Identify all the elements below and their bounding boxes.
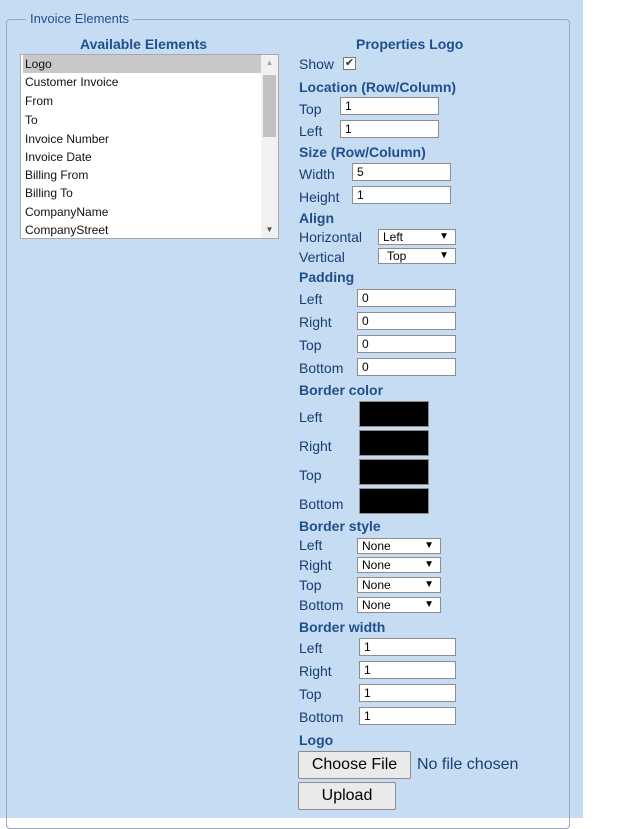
show-label: Show [299,56,335,72]
border-style-top-select[interactable]: None ▼ [357,577,441,593]
border-style-left-label: Left [299,537,323,553]
location-left-input[interactable] [340,120,439,138]
padding-right-label: Right [299,314,332,330]
border-color-left-label: Left [299,409,323,425]
border-width-top-input[interactable] [359,684,456,702]
chevron-down-icon: ▼ [424,579,434,590]
padding-bottom-input[interactable] [357,358,456,376]
border-width-right-label: Right [299,663,332,679]
border-width-left-input[interactable] [359,638,456,656]
border-style-top-label: Top [299,577,322,593]
chevron-down-icon: ▼ [424,559,434,570]
no-file-chosen-text: No file chosen [417,756,519,773]
align-heading: Align [299,210,334,226]
list-item-company-street[interactable]: CompanyStreet [23,221,108,238]
list-item-billing-from[interactable]: Billing From [23,166,88,184]
padding-left-input[interactable] [357,289,456,307]
border-width-bottom-label: Bottom [299,709,344,725]
properties-heading: Properties Logo [356,36,464,52]
padding-top-input[interactable] [357,335,456,353]
border-color-top-swatch[interactable] [359,459,429,485]
border-style-top-value: None [362,578,391,592]
border-style-bottom-label: Bottom [299,597,344,613]
border-color-bottom-swatch[interactable] [359,488,429,514]
border-style-heading: Border style [299,518,381,534]
available-elements-listbox[interactable]: Logo Customer Invoice From To Invoice Nu… [20,54,279,239]
check-icon: ✔ [344,57,355,69]
chevron-down-icon: ▼ [424,540,434,551]
border-style-left-select[interactable]: None ▼ [357,538,441,554]
available-elements-heading: Available Elements [80,36,208,52]
padding-bottom-label: Bottom [299,360,344,376]
vertical-align-value: Top [387,249,407,263]
horizontal-label: Horizontal [299,229,363,245]
padding-right-input[interactable] [357,312,456,330]
list-item-invoice-number[interactable]: Invoice Number [23,130,109,148]
scrollbar-thumb[interactable] [263,75,276,137]
list-item-billing-to[interactable]: Billing To [23,184,73,202]
border-color-bottom-label: Bottom [299,496,344,512]
list-item-to[interactable]: To [23,111,38,129]
border-color-left-swatch[interactable] [359,401,429,427]
border-color-right-label: Right [299,438,332,454]
list-item-customer-invoice[interactable]: Customer Invoice [23,73,118,91]
listbox-scrollbar[interactable]: ▲ ▼ [261,55,278,238]
choose-file-button[interactable]: Choose File [298,751,411,779]
border-width-bottom-input[interactable] [359,707,456,725]
show-checkbox[interactable]: ✔ [343,57,356,70]
logo-heading: Logo [299,732,334,748]
border-color-top-label: Top [299,467,322,483]
border-width-heading: Border width [299,619,386,635]
list-item-from[interactable]: From [23,92,53,110]
padding-left-label: Left [299,291,323,307]
border-color-heading: Border color [299,382,384,398]
list-item-company-name[interactable]: CompanyName [23,203,108,221]
size-heading: Size (Row/Column) [299,144,426,160]
width-label: Width [299,166,335,182]
chevron-down-icon: ▼ [439,250,449,261]
scroll-down-icon[interactable]: ▼ [261,222,278,238]
list-item-invoice-date[interactable]: Invoice Date [23,148,92,166]
border-width-top-label: Top [299,686,322,702]
vertical-label: Vertical [299,249,345,265]
location-top-label: Top [299,101,322,117]
upload-button[interactable]: Upload [298,782,396,810]
border-style-right-label: Right [299,557,332,573]
horizontal-align-select[interactable]: Left ▼ [378,229,456,245]
height-input[interactable] [352,186,451,204]
border-style-right-value: None [362,558,391,572]
border-style-right-select[interactable]: None ▼ [357,557,441,573]
width-input[interactable] [352,163,451,181]
border-color-right-swatch[interactable] [359,430,429,456]
border-style-left-value: None [362,539,391,553]
fieldset-legend: Invoice Elements [26,11,133,27]
chevron-down-icon: ▼ [424,599,434,610]
scroll-up-icon[interactable]: ▲ [261,55,278,71]
chevron-down-icon: ▼ [439,231,449,242]
border-style-bottom-select[interactable]: None ▼ [357,597,441,613]
border-style-bottom-value: None [362,598,391,612]
location-left-label: Left [299,123,323,139]
border-width-left-label: Left [299,640,323,656]
padding-heading: Padding [299,269,355,285]
horizontal-align-value: Left [383,230,404,244]
location-top-input[interactable] [340,97,439,115]
location-heading: Location (Row/Column) [299,79,457,95]
height-label: Height [299,189,340,205]
border-width-right-input[interactable] [359,661,456,679]
vertical-align-select[interactable]: Top ▼ [378,248,456,264]
padding-top-label: Top [299,337,322,353]
list-item-logo[interactable]: Logo [23,55,262,73]
